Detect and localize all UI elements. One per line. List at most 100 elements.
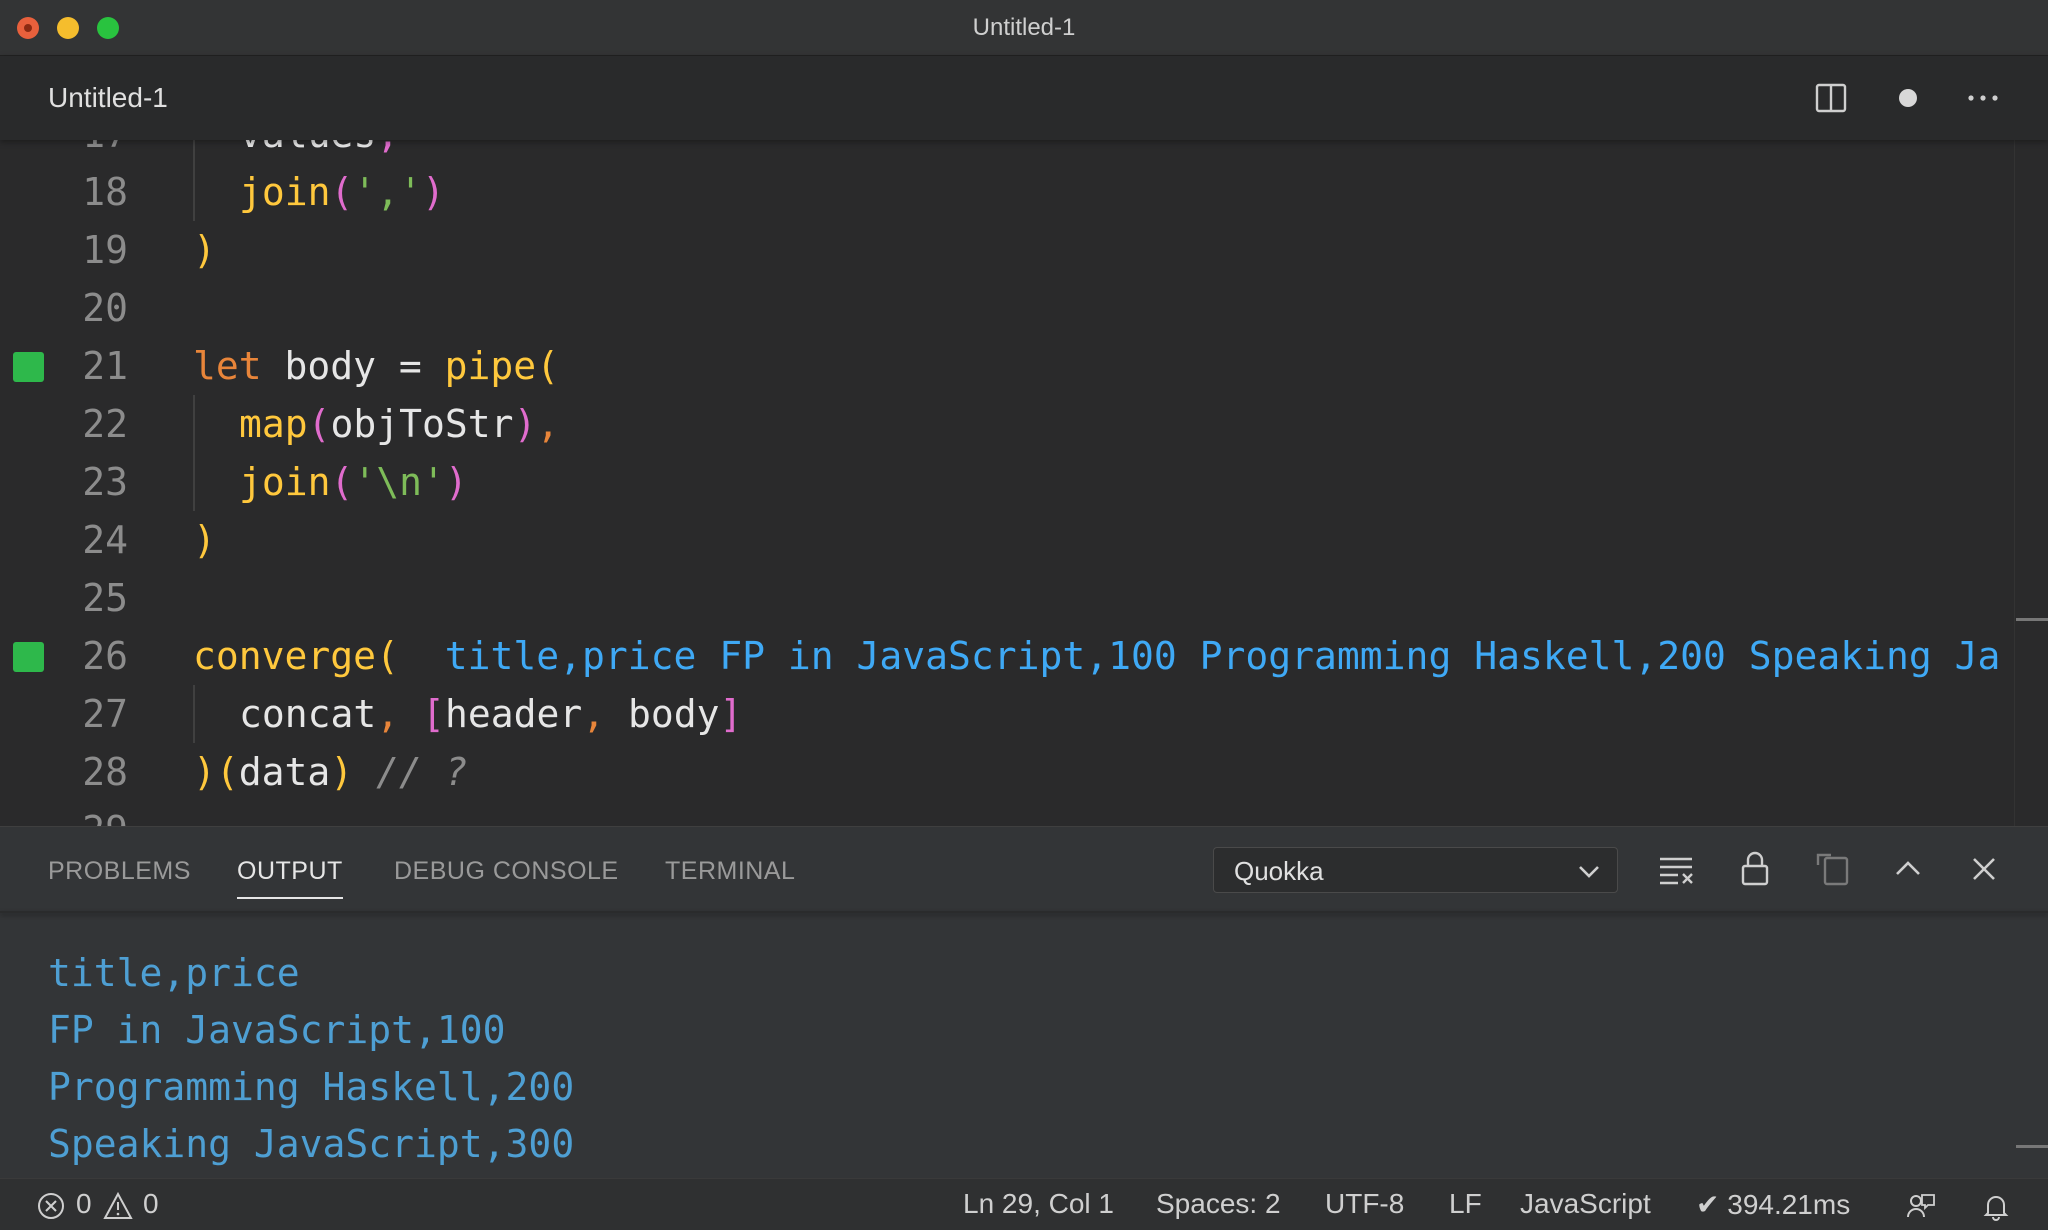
indent-guide xyxy=(193,163,239,221)
code-token: concat xyxy=(239,692,377,736)
code-line[interactable]: 28)(data) // ? xyxy=(0,743,2048,801)
open-log-icon[interactable] xyxy=(1813,849,1853,889)
code-token: converge xyxy=(193,634,377,678)
error-count[interactable]: 0 xyxy=(76,1188,92,1220)
code-token: ) xyxy=(330,750,354,794)
panel-divider xyxy=(0,911,2048,913)
code-line[interactable]: 24) xyxy=(0,511,2048,569)
line-number: 27 xyxy=(82,692,128,736)
code-line[interactable]: 18 join(',') xyxy=(0,163,2048,221)
output-line: Speaking JavaScript,300 xyxy=(48,1122,575,1166)
code-token: ( xyxy=(376,634,399,678)
code-text: concat, [header, body] xyxy=(193,685,742,743)
vscode-window: Untitled-1 Untitled-1 17values,18join(',… xyxy=(0,0,2048,1230)
tab-debug-console[interactable]: DEBUG CONSOLE xyxy=(394,857,619,886)
bell-icon[interactable] xyxy=(1981,1191,2011,1221)
code-text: converge( title,price FP in JavaScript,1… xyxy=(193,627,2000,685)
split-editor-icon[interactable] xyxy=(1813,80,1849,116)
tab-terminal[interactable]: TERMINAL xyxy=(665,857,795,886)
panel-tabs: PROBLEMS OUTPUT DEBUG CONSOLE TERMINAL Q… xyxy=(0,827,2048,911)
code-text: ) xyxy=(193,221,216,279)
code-token: values xyxy=(239,140,376,156)
output-line: title,price xyxy=(48,951,300,995)
code-text: )(data) // ? xyxy=(193,743,468,801)
language-mode[interactable]: JavaScript xyxy=(1520,1188,1651,1220)
code-token: pipe xyxy=(444,344,537,388)
code-token: join xyxy=(239,460,331,504)
code-line[interactable]: 26 converge( title,price FP in JavaScript… xyxy=(0,627,2048,685)
quokka-coverage-marker xyxy=(13,352,44,382)
output-log[interactable]: title,price FP in JavaScript,100 Program… xyxy=(48,945,574,1173)
maximize-panel-icon[interactable] xyxy=(1888,849,1928,889)
code-token: )( xyxy=(193,750,239,794)
inline-quokka-output: title,price FP in JavaScript,100 Program… xyxy=(444,634,2001,678)
code-line[interactable]: 29 xyxy=(0,801,2048,826)
line-number: 23 xyxy=(82,460,128,504)
cursor-position[interactable]: Ln 29, Col 1 xyxy=(963,1188,1114,1220)
tab-problems[interactable]: PROBLEMS xyxy=(48,857,191,886)
feedback-icon[interactable] xyxy=(1906,1191,1936,1221)
code-line[interactable]: 23 join('\n') xyxy=(0,453,2048,511)
close-panel-icon[interactable] xyxy=(1964,849,2004,889)
indent-guide xyxy=(193,685,239,743)
code-text: ) xyxy=(193,511,216,569)
more-actions-icon[interactable] xyxy=(1965,80,2001,116)
quokka-status[interactable]: ✔ 394.21ms xyxy=(1696,1188,1850,1221)
line-number: 18 xyxy=(82,170,128,214)
line-number: 24 xyxy=(82,518,128,562)
output-channel-select[interactable]: Quokka xyxy=(1213,847,1618,893)
encoding[interactable]: UTF-8 xyxy=(1325,1188,1404,1220)
output-line: FP in JavaScript,100 xyxy=(48,1008,506,1052)
status-bar: 0 0 Ln 29, Col 1 Spaces: 2 UTF-8 LF Java… xyxy=(0,1178,2048,1230)
line-ending[interactable]: LF xyxy=(1449,1188,1482,1220)
code-token: ( xyxy=(330,460,354,504)
code-token: data xyxy=(238,750,331,794)
indent-guide xyxy=(193,140,239,163)
code-token: map xyxy=(239,402,308,446)
code-text: values, xyxy=(193,140,399,163)
code-text: join('\n') xyxy=(193,453,468,511)
code-token: let xyxy=(193,344,262,388)
code-token: , xyxy=(536,402,560,446)
warning-count[interactable]: 0 xyxy=(143,1188,159,1220)
editor-tab-bar: Untitled-1 xyxy=(0,56,2048,140)
tab-output[interactable]: OUTPUT xyxy=(237,857,343,899)
code-token: ',' xyxy=(353,170,423,214)
code-token: , xyxy=(582,692,628,736)
line-number: 17 xyxy=(60,140,128,163)
chevron-down-icon xyxy=(1579,866,1599,878)
warning-icon[interactable] xyxy=(103,1191,133,1221)
code-line[interactable]: 19) xyxy=(0,221,2048,279)
line-number: 25 xyxy=(82,576,128,620)
code-token: ( xyxy=(307,402,331,446)
quokka-coverage-marker xyxy=(13,642,44,672)
clear-output-icon[interactable] xyxy=(1656,849,1696,889)
code-token: '\n' xyxy=(353,460,445,504)
code-token: objToStr xyxy=(330,402,514,446)
unsaved-dot-icon[interactable] xyxy=(1890,80,1926,116)
code-token: body xyxy=(627,692,720,736)
code-token: ) xyxy=(193,228,216,272)
code-token: [ xyxy=(422,692,445,736)
code-editor[interactable]: 17values,18join(',')19)2021let body = pi… xyxy=(0,140,2048,826)
bottom-panel: PROBLEMS OUTPUT DEBUG CONSOLE TERMINAL Q… xyxy=(0,826,2048,1178)
code-line[interactable]: 17 values, xyxy=(0,140,2048,163)
code-line[interactable]: 22 map(objToStr), xyxy=(0,395,2048,453)
code-line[interactable]: 20 xyxy=(0,279,2048,337)
code-line[interactable]: 27 concat, [header, body] xyxy=(0,685,2048,743)
code-line[interactable]: 25 xyxy=(0,569,2048,627)
editor-tab[interactable]: Untitled-1 xyxy=(48,82,168,114)
code-token: ] xyxy=(719,692,743,736)
code-line[interactable]: 21 let body = pipe( xyxy=(0,337,2048,395)
indentation[interactable]: Spaces: 2 xyxy=(1156,1188,1281,1220)
code-token: , xyxy=(376,140,399,156)
code-text: let body = pipe( xyxy=(193,337,559,395)
code-text: join(',') xyxy=(193,163,445,221)
code-token: ) xyxy=(513,402,537,446)
indent-guide xyxy=(193,395,239,453)
error-icon[interactable] xyxy=(36,1191,66,1221)
code-text: map(objToStr), xyxy=(193,395,559,453)
line-number: 21 xyxy=(82,344,128,388)
lock-icon[interactable] xyxy=(1735,849,1775,889)
